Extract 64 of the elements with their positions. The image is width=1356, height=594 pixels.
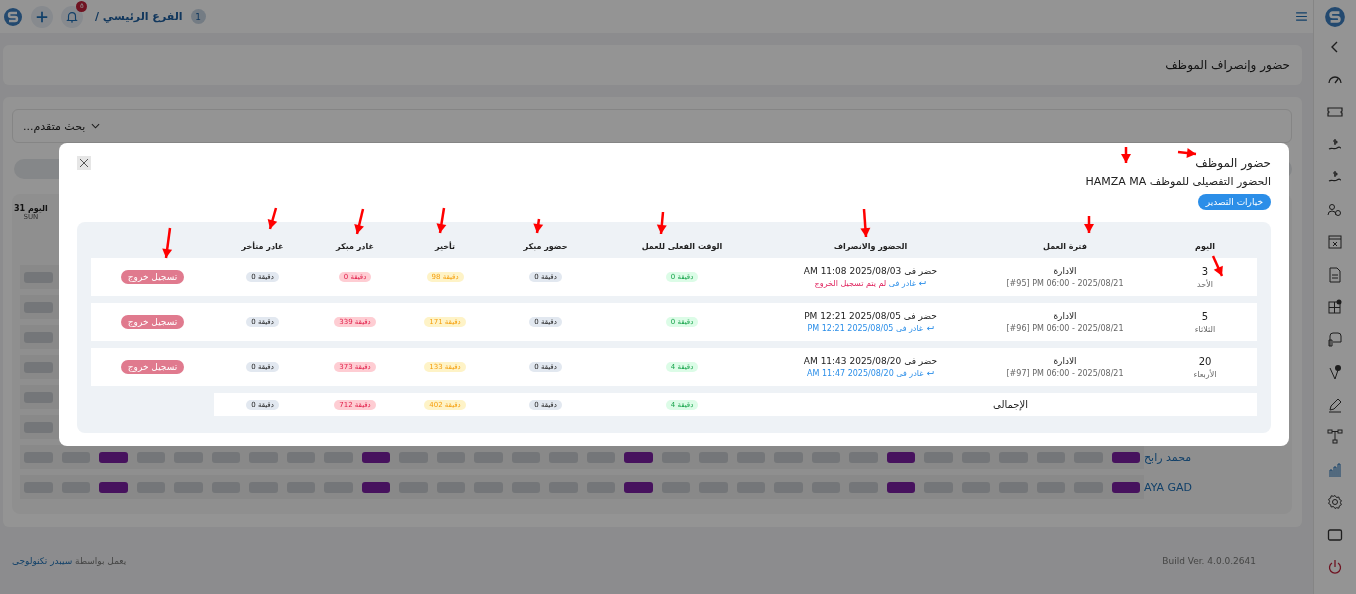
check-out-button[interactable]: تسجيل خروج [120,270,185,284]
hierarchy-icon[interactable] [1327,429,1343,445]
grid-plus-icon[interactable] [1327,299,1343,315]
day-header: اليوم 31 [14,204,48,213]
dialog-subtitle: الحضور التفصيلى للموظف HAMZA MA [1085,175,1271,188]
logo-icon[interactable] [3,6,23,27]
weekday-name: الثلاثاء [1194,324,1216,334]
bell-icon [65,9,79,24]
branch-breadcrumb[interactable]: الفرع الرئيسي / [95,10,183,23]
pin-check-icon[interactable] [1327,364,1343,380]
check-out-button[interactable]: تسجيل خروج [120,315,185,329]
weekday-name: الأربعاء [1193,369,1217,379]
column-header: غادر متأخر [240,242,285,251]
shift-period: [#97] PM 06:00 - 2025/08/21 [1006,369,1124,378]
day-number: 5 [1201,310,1209,322]
department-name: الادارة [1053,356,1077,366]
users-gear-icon[interactable] [1327,201,1343,218]
column-header: غادر مبكر [334,242,375,251]
menu-icon[interactable] [1296,12,1307,21]
page-title: حضور وإنصراف الموظف [1165,58,1290,72]
column-header: الحضور والانصراف [832,242,909,251]
employee-name[interactable]: محمد رابح [1144,450,1192,464]
return-arrow-icon [925,370,934,377]
day-number: 3 [1201,265,1209,277]
plus-icon [35,9,49,24]
chevron-down-icon [91,123,101,129]
check-in-time: حضر فى 2025/08/20 11:43 AM [803,356,938,366]
close-button[interactable] [77,156,91,170]
column-header: الوقت الفعلى للعمل [640,242,724,251]
shift-period: [#95] PM 06:00 - 2025/08/21 [1006,279,1124,288]
column-header: حضور مبكر [522,242,569,251]
card-icon[interactable] [1327,331,1343,348]
department-name: الادارة [1053,266,1077,276]
footer-credit: يعمل بواسطة سيبدر تكنولوجى [12,555,127,566]
totals-label: الإجمالى [993,399,1028,410]
column-header: تأخير [433,242,456,251]
branch-number-badge: 1 [190,9,206,24]
add-button[interactable] [31,5,53,28]
column-header: اليوم [1194,242,1216,251]
check-in-time: حضر فى 2025/08/05 12:21 PM [804,311,937,321]
check-out-line: غادر فى لم يتم تسجيل الخروج [814,279,927,288]
document-icon[interactable] [1327,266,1343,283]
build-version: Build Ver. 4.0.0.2641 [1162,555,1256,566]
check-in-time: حضر فى 2025/08/03 11:08 AM [803,266,938,276]
calendar-x-icon[interactable] [1327,234,1343,250]
shift-period: [#96] PM 06:00 - 2025/08/21 [1006,324,1124,333]
pen-icon[interactable] [1327,396,1343,413]
day-number: 20 [1198,355,1212,367]
employee-name[interactable]: AYA GAD [1144,480,1193,494]
logo-icon[interactable] [1324,5,1346,28]
screen-icon[interactable] [1327,526,1343,543]
company-link[interactable]: سيبدر تكنولوجى [12,555,73,566]
check-out-button[interactable]: تسجيل خروج [120,360,185,374]
return-arrow-icon [925,325,934,332]
settings-icon[interactable] [1327,494,1343,510]
dialog-title: حضور الموظف [1195,156,1271,170]
advanced-search-toggle[interactable]: بحث متقدم... [12,109,1292,143]
ticket-icon[interactable] [1327,104,1343,120]
export-options-button[interactable]: خيارات التصدير [1197,194,1271,210]
power-icon[interactable] [1327,559,1343,575]
department-name: الادارة [1053,311,1077,321]
column-header: فترة العمل [1042,242,1088,251]
weekday-name: الأحد [1197,279,1213,289]
return-arrow-icon [918,280,927,287]
